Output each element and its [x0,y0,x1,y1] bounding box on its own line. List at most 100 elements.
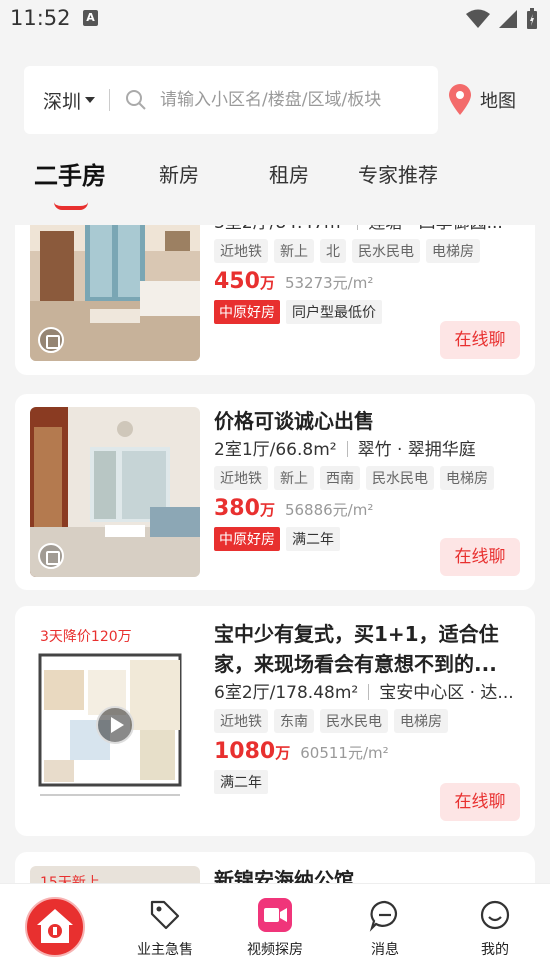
listing-meta: 6室2厅/178.48m² 宝安中心区 · 达... [214,679,521,707]
category-tabs: 二手房 新房 租房 专家推荐 [0,156,550,216]
listing-layout: 3室2厅/84.47m² [214,225,347,233]
nav-label: 我的 [481,942,509,958]
search-icon [126,90,146,110]
nav-messages[interactable]: 消息 [330,884,440,979]
tab-new-house[interactable]: 新房 [159,159,199,188]
listing-tags: 近地铁 新上 北 民水民电 电梯房 [214,239,521,263]
listing-price: 380万 [214,496,275,521]
signal-icon [499,10,517,28]
profile-icon [480,900,510,930]
thumb-label: 15天新上 [40,875,100,883]
nav-home[interactable] [0,884,110,979]
listing-list[interactable]: 3室2厅/84.47m² 莲塘 · 四季御园... 近地铁 新上 北 民水民电 电… [0,225,550,883]
listing-title: 宝中少有复式，买1+1，适合住家，来现场看会有意想不到的... [214,622,499,676]
message-icon [369,900,397,932]
listing-price: 450万 [214,269,275,294]
video-icon [258,898,292,932]
tag: 民水民电 [366,466,434,490]
map-label: 地图 [480,91,516,112]
tab-second-hand[interactable]: 二手房 [34,156,106,191]
feature-badge: 满二年 [286,527,340,551]
online-chat-button[interactable]: 在线聊 [440,538,520,576]
listing-info: 价格可谈诚心出售 2室1厅/66.8m² 翠竹 · 翠拥华庭 近地铁 新上 西南 … [214,406,521,551]
listing-photo[interactable]: 15天新上 [30,866,200,883]
listing-card[interactable]: 15天新上 新锦安海纳公馆 [15,852,535,883]
nav-label: 业主急售 [137,942,193,958]
tab-rental[interactable]: 租房 [269,159,309,188]
tag: 电梯房 [394,709,448,733]
tag: 新上 [274,466,314,490]
city-selector[interactable]: 深圳 [43,87,96,114]
nav-video-tour[interactable]: 视频探房 [220,884,330,979]
bottom-nav: 业主急售 视频探房 消息 我的 [0,883,550,979]
listing-card[interactable]: 3天降价120万 宝中少有复式，买1+1，适合住家，来现场看会有意想不到的...… [15,606,535,836]
listing-tags: 近地铁 新上 西南 民水民电 电梯房 [214,466,521,490]
tag: 近地铁 [214,239,268,263]
listing-location: 宝安中心区 · 达... [379,683,514,703]
listing-card[interactable]: 价格可谈诚心出售 2室1厅/66.8m² 翠竹 · 翠拥华庭 近地铁 新上 西南 … [15,394,535,590]
price-row: 450万 53273元/m² [214,269,521,294]
listing-meta: 3室2厅/84.47m² 莲塘 · 四季御园... [214,225,521,237]
map-button[interactable]: 地图 [448,84,516,116]
header: 深圳 地图 二手房 新房 租房 专家推荐 [0,38,550,225]
listing-location: 莲塘 · 四季御园... [368,225,502,233]
feature-badge: 同户型最低价 [286,300,382,324]
nav-profile[interactable]: 我的 [440,884,550,979]
vr-tour-icon [38,327,64,353]
listing-card[interactable]: 3室2厅/84.47m² 莲塘 · 四季御园... 近地铁 新上 北 民水民电 电… [15,225,535,375]
listing-location: 翠竹 · 翠拥华庭 [357,440,476,460]
search-divider [109,89,111,111]
tag: 电梯房 [426,239,480,263]
home-logo-icon [25,897,85,957]
listing-info: 宝中少有复式，买1+1，适合住家，来现场看会有意想不到的... 6室2厅/178… [214,619,521,794]
tag: 民水民电 [352,239,420,263]
listing-photo[interactable] [30,225,200,361]
search-input[interactable] [160,90,411,110]
nav-owner-urgent-sale[interactable]: 业主急售 [110,884,220,979]
tag: 东南 [274,709,314,733]
tag: 新上 [274,239,314,263]
listing-meta: 2室1厅/66.8m² 翠竹 · 翠拥华庭 [214,436,521,464]
tag: 西南 [320,466,360,490]
unit-price: 56886元/m² [284,501,374,519]
nav-label: 消息 [371,942,399,958]
listing-title: 价格可谈诚心出售 [214,409,374,433]
caret-down-icon [85,97,96,103]
unit-price: 53273元/m² [284,274,374,292]
online-chat-button[interactable]: 在线聊 [440,783,520,821]
play-video-icon[interactable] [96,706,134,744]
price-row: 1080万 60511元/m² [214,739,521,764]
tag: 近地铁 [214,709,268,733]
status-icons [466,8,538,30]
battery-icon [527,8,537,29]
city-label: 深圳 [43,90,82,113]
listing-photo[interactable] [30,407,200,577]
search-box[interactable]: 深圳 [24,66,438,134]
vr-tour-icon [38,543,64,569]
status-time: 11:52 [10,6,71,30]
map-pin-icon [449,84,471,115]
status-bar: 11:52 A [0,0,550,38]
tab-expert-recommend[interactable]: 专家推荐 [358,159,438,188]
tag: 民水民电 [320,709,388,733]
notification-a-icon: A [83,10,98,26]
listing-title: 新锦安海纳公馆 [214,868,354,883]
price-drop-label: 3天降价120万 [40,629,132,645]
listing-info: 3室2厅/84.47m² 莲塘 · 四季御园... 近地铁 新上 北 民水民电 电… [214,225,521,324]
tag-icon [150,900,180,930]
nav-label: 视频探房 [247,942,303,958]
tag: 近地铁 [214,466,268,490]
unit-price: 60511元/m² [300,744,389,762]
listing-price: 1080万 [214,739,291,764]
feature-badge: 满二年 [214,770,268,794]
listing-info: 新锦安海纳公馆 [214,865,521,883]
active-tab-indicator [54,202,88,210]
zhongyuan-badge: 中原好房 [214,300,280,324]
listing-tags: 近地铁 东南 民水民电 电梯房 [214,709,521,733]
price-row: 380万 56886元/m² [214,496,521,521]
listing-layout: 6室2厅/178.48m² [214,683,359,703]
listing-photo[interactable]: 3天降价120万 [30,620,200,810]
online-chat-button[interactable]: 在线聊 [440,321,520,359]
zhongyuan-badge: 中原好房 [214,527,280,551]
wifi-icon [466,9,490,28]
